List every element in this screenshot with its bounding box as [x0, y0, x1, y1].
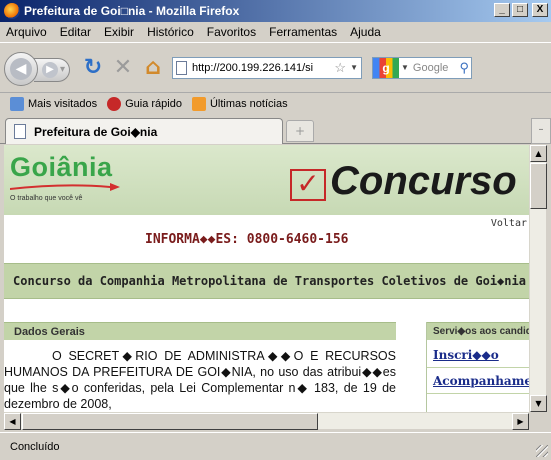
resize-grip-icon[interactable]: [536, 445, 548, 457]
maximize-button[interactable]: □: [512, 3, 528, 17]
most-visited-icon: [10, 96, 24, 111]
search-icon[interactable]: ⚲: [459, 60, 469, 76]
window-title: Prefeitura de Goi□nia - Mozilla Firefox: [24, 4, 240, 18]
back-forward-group: ▶ ▾ ◀: [4, 50, 78, 86]
menu-bar: Arquivo Editar Exibir Histórico Favorito…: [0, 22, 551, 42]
logo-tagline: O trabalho que você vê: [10, 195, 83, 202]
inscricao-link[interactable]: Inscri◆◆o: [427, 344, 529, 368]
bookmark-label: Guia rápido: [125, 97, 182, 110]
minimize-button[interactable]: _: [494, 3, 510, 17]
page-content: Goiânia O trabalho que você vê ✓ Concurs…: [4, 145, 529, 412]
scroll-right-icon[interactable]: ▶: [512, 413, 529, 430]
checkbox-check-icon: ✓: [290, 169, 326, 201]
page-icon: [14, 124, 26, 139]
home-icon[interactable]: ⌂: [138, 53, 168, 83]
tab-strip: Prefeitura de Goi◆nia + –: [0, 114, 551, 144]
menu-arquivo[interactable]: Arquivo: [6, 25, 47, 39]
bookmark-star-icon[interactable]: ☆: [334, 60, 346, 76]
services-panel-title: Servi◆os aos candidatos: [427, 322, 529, 340]
bookmark-latest-news[interactable]: Últimas notícias: [191, 96, 288, 111]
search-engine-dropdown-icon[interactable]: ▼: [401, 63, 409, 72]
scroll-down-icon[interactable]: ▼: [530, 395, 547, 412]
firefox-icon: [4, 3, 20, 19]
status-text: Concluído: [10, 440, 60, 453]
search-input[interactable]: Google: [413, 62, 460, 74]
menu-historico[interactable]: Histórico: [147, 25, 194, 39]
status-bar: Concluído: [0, 432, 551, 460]
back-button[interactable]: ◀: [4, 51, 38, 86]
voltar-link[interactable]: Voltar: [491, 218, 527, 229]
menu-favoritos[interactable]: Favoritos: [207, 25, 256, 39]
bookmarks-toolbar: Mais visitados Guia rápido Últimas notíc…: [0, 92, 551, 114]
forward-dropdown-icon: ▾: [59, 64, 65, 75]
scrollbar-corner: [529, 412, 546, 429]
menu-editar[interactable]: Editar: [60, 25, 91, 39]
body-paragraph: O SECRET◆RIO DE ADMINISTRA◆◆O E RECURSOS…: [4, 349, 396, 411]
navigation-toolbar: ▶ ▾ ◀ ↻ ✕ ⌂ http://200.199.226.141/si ☆ …: [0, 42, 551, 92]
tab-label: Prefeitura de Goi◆nia: [34, 124, 158, 139]
url-bar[interactable]: http://200.199.226.141/si ☆ ▼: [172, 56, 362, 79]
horizontal-scrollbar[interactable]: ◀ ▶: [4, 412, 529, 430]
menu-exibir[interactable]: Exibir: [104, 25, 134, 39]
forward-button[interactable]: ▶ ▾: [34, 57, 70, 82]
page-icon: [176, 60, 187, 75]
vertical-scrollbar[interactable]: ▲ ▼: [529, 145, 547, 412]
back-arrow-icon: ◀: [10, 57, 32, 80]
site-header: Goiânia O trabalho que você vê ✓ Concurs…: [4, 145, 529, 215]
bookmark-label: Últimas notícias: [209, 97, 288, 110]
acompanhamento-link[interactable]: Acompanhamento: [427, 370, 529, 394]
info-phone: INFORMA◆◆ES: 0800-6460-156: [145, 232, 349, 247]
tab-list-button[interactable]: –: [531, 118, 551, 144]
services-panel: Servi◆os aos candidatos Inscri◆◆o Acompa…: [426, 322, 529, 412]
url-text[interactable]: http://200.199.226.141/si: [192, 62, 332, 74]
bookmark-label: Mais visitados: [28, 97, 98, 110]
dados-gerais-header: Dados Gerais: [4, 322, 396, 340]
bookmark-most-visited[interactable]: Mais visitados: [10, 96, 98, 111]
site-logo[interactable]: Goiânia: [10, 152, 113, 183]
close-button[interactable]: X: [532, 3, 548, 17]
forward-arrow-icon: ▶: [41, 61, 58, 78]
window-controls: _ □ X: [494, 3, 548, 17]
reload-icon[interactable]: ↻: [78, 53, 108, 83]
menu-ajuda[interactable]: Ajuda: [350, 25, 381, 39]
new-tab-button[interactable]: +: [286, 120, 314, 142]
tab-prefeitura[interactable]: Prefeitura de Goi◆nia: [5, 118, 283, 144]
section-title-bar: Concurso da Companhia Metropolitana de T…: [4, 263, 529, 299]
search-bar[interactable]: g ▼ Google ⚲: [372, 56, 472, 79]
rss-icon: [191, 96, 206, 111]
menu-ferramentas[interactable]: Ferramentas: [269, 25, 337, 39]
scroll-left-icon[interactable]: ◀: [4, 413, 21, 430]
stop-icon[interactable]: ✕: [108, 53, 138, 83]
dados-gerais-title: Dados Gerais: [14, 326, 85, 338]
logo-swoosh-icon: [10, 183, 120, 191]
banner-title: Concurso: [330, 159, 517, 203]
google-search-engine-icon[interactable]: g: [373, 57, 399, 78]
window-title-bar[interactable]: Prefeitura de Goi□nia - Mozilla Firefox …: [0, 0, 551, 22]
horizontal-scroll-thumb[interactable]: [22, 413, 318, 430]
vertical-scroll-thumb[interactable]: [530, 163, 547, 209]
quick-guide-icon: [107, 96, 122, 111]
section-title: Concurso da Companhia Metropolitana de T…: [13, 274, 526, 288]
url-dropdown-icon[interactable]: ▼: [350, 63, 358, 72]
scroll-up-icon[interactable]: ▲: [530, 145, 547, 162]
bookmark-quick-guide[interactable]: Guia rápido: [107, 96, 182, 111]
